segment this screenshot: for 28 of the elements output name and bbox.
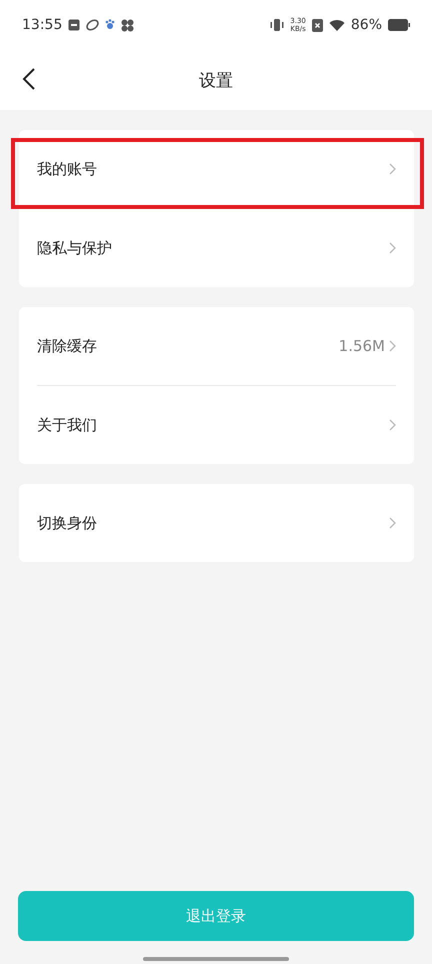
- battery-icon: [388, 19, 410, 31]
- fan-icon: [121, 18, 134, 32]
- paw-icon: [105, 19, 116, 31]
- settings-item[interactable]: 关于我们: [37, 386, 396, 464]
- battery-percent: 86%: [350, 17, 382, 33]
- sim-icon: [312, 18, 323, 32]
- back-icon[interactable]: [22, 68, 36, 90]
- chevron-icon: [389, 340, 396, 352]
- leaf-icon: [86, 19, 100, 31]
- vibrate-icon: [270, 19, 284, 31]
- wifi-icon: [328, 18, 345, 32]
- settings-item[interactable]: 切换身份: [37, 484, 396, 562]
- clock: 13:55: [22, 17, 62, 33]
- settings-item[interactable]: 我的账号: [37, 130, 396, 209]
- item-value: 1.56M: [338, 337, 385, 355]
- chevron-icon: [389, 419, 396, 431]
- item-label: 切换身份: [37, 514, 98, 532]
- page-title: 设置: [199, 70, 233, 92]
- settings-item[interactable]: 隐私与保护: [37, 209, 396, 287]
- chevron-icon: [389, 242, 396, 254]
- inbox-icon: [68, 19, 80, 31]
- item-label: 清除缓存: [37, 336, 98, 356]
- chevron-icon: [389, 163, 396, 175]
- chevron-icon: [389, 517, 396, 529]
- item-label: 关于我们: [37, 416, 98, 434]
- item-label: 我的账号: [37, 160, 98, 178]
- settings-item[interactable]: 清除缓存 1.56M: [37, 307, 396, 386]
- item-label: 隐私与保护: [37, 238, 113, 258]
